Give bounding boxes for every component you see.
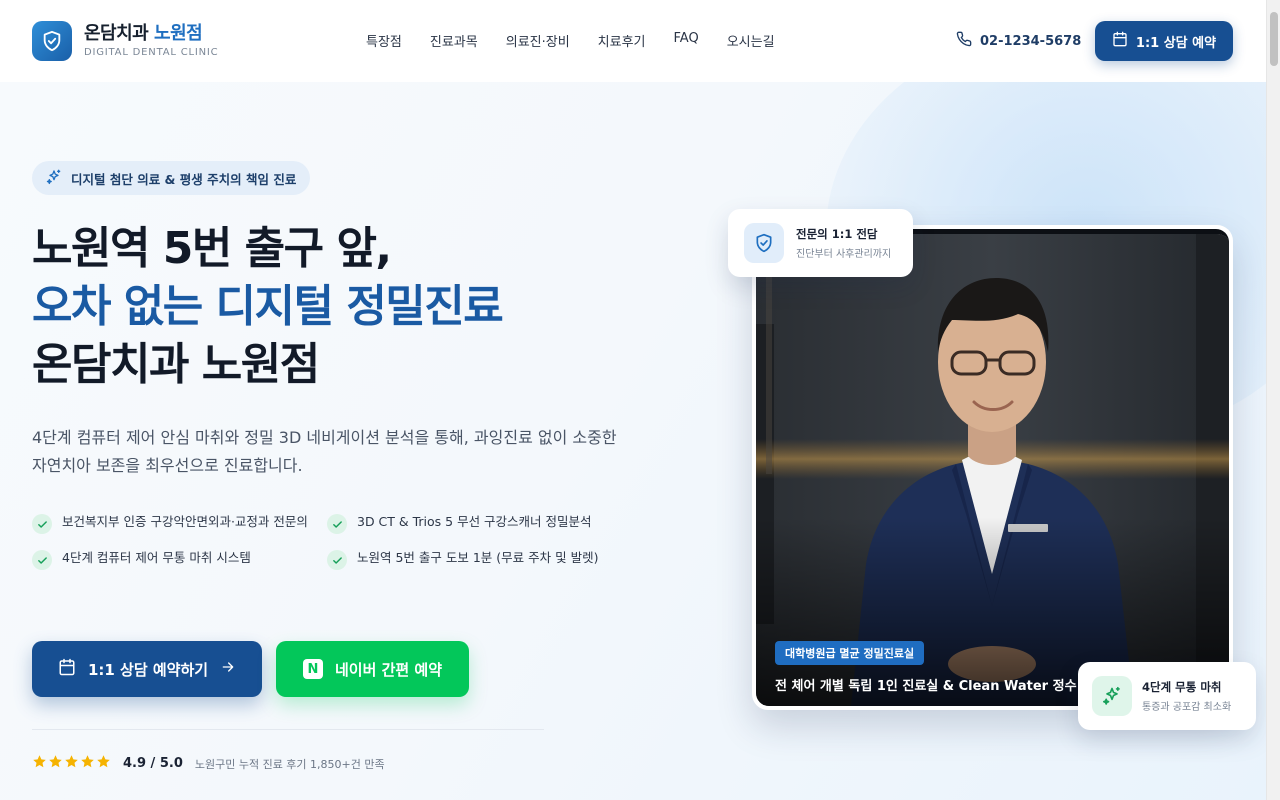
logo[interactable]: 온담치과 노원점 DIGITAL DENTAL CLINIC — [32, 21, 218, 61]
headline-line-2: 오차 없는 디지털 정밀진료 — [32, 278, 504, 336]
consult-booking-cta-label: 1:1 상담 예약하기 — [87, 660, 209, 679]
check-icon — [327, 550, 347, 570]
hero-section: 디지털 첨단 의료 & 평생 주치의 책임 진료 노원역 5번 출구 앞, 오차… — [0, 82, 1266, 800]
photo-caption: 전 체어 개별 독립 1인 진료실 & Clean Water 정수 시스템 — [775, 679, 1117, 694]
doctor-photo: 대학병원급 멸균 정밀진료실 전 체어 개별 독립 1인 진료실 & Clean… — [756, 229, 1229, 706]
check-icon — [32, 514, 52, 534]
phone-number: 02-1234-5678 — [980, 33, 1082, 49]
shield-icon — [744, 223, 784, 263]
hero-badge-label: 디지털 첨단 의료 & 평생 주치의 책임 진료 — [71, 171, 297, 187]
star-icon — [48, 754, 63, 773]
feature-text: 노원역 5번 출구 도보 1분 (무료 주차 및 발렛) — [357, 550, 599, 565]
feature-text: 보건복지부 인증 구강악안면외과·교정과 전문의 — [62, 514, 308, 529]
naver-booking-label: 네이버 간편 예약 — [334, 660, 443, 679]
feature-list: 보건복지부 인증 구강악안면외과·교정과 전문의 3D CT & Trios 5… — [32, 512, 632, 570]
naver-booking-button[interactable]: N 네이버 간편 예약 — [276, 641, 469, 697]
logo-name-main: 온담치과 — [84, 22, 149, 44]
star-icon — [32, 754, 47, 773]
headline-line-1: 노원역 5번 출구 앞, — [32, 223, 392, 274]
page-scrollbar[interactable] — [1266, 0, 1280, 800]
site-header: 온담치과 노원점 DIGITAL DENTAL CLINIC 특장점 진료과목 … — [0, 0, 1266, 82]
rating-note: 노원구민 누적 진료 후기 1,850+건 만족 — [194, 757, 385, 771]
feature-text: 3D CT & Trios 5 무선 구강스캐너 정밀분석 — [357, 514, 592, 529]
doctor-photo-card: 대학병원급 멸균 정밀진료실 전 체어 개별 독립 1인 진료실 & Clean… — [752, 225, 1233, 710]
phone-link[interactable]: 02-1234-5678 — [956, 31, 1081, 51]
rating-score: 4.9 / 5.0 — [123, 756, 183, 771]
nav-item-location[interactable]: 오시는길 — [727, 31, 775, 50]
hero-description: 4단계 컴퓨터 제어 안심 마취와 정밀 3D 네비게이션 분석을 통해, 과잉… — [32, 428, 617, 475]
feature-text: 4단계 컴퓨터 제어 무통 마취 시스템 — [62, 550, 251, 565]
headline-line-3: 온담치과 노원점 — [32, 339, 320, 390]
naver-logo-icon: N — [302, 659, 323, 679]
anesthesia-card: 4단계 무통 마취 통증과 공포감 최소화 — [1078, 662, 1256, 730]
logo-subtitle: DIGITAL DENTAL CLINIC — [84, 46, 219, 58]
calendar-icon — [58, 658, 76, 680]
calendar-icon — [1112, 31, 1128, 51]
logo-name-accent: 노원점 — [154, 22, 203, 44]
consult-booking-cta-button[interactable]: 1:1 상담 예약하기 — [32, 641, 262, 697]
shield-icon — [32, 21, 72, 61]
star-icon — [96, 754, 111, 773]
nav-item-reviews[interactable]: 치료후기 — [598, 31, 646, 50]
nav-item-faq[interactable]: FAQ — [674, 31, 699, 50]
nav-item-doctors-equipment[interactable]: 의료진·장비 — [506, 31, 570, 50]
star-rating — [32, 754, 111, 773]
divider — [32, 729, 544, 730]
arrow-right-icon — [220, 659, 236, 679]
consult-booking-label: 1:1 상담 예약 — [1135, 35, 1217, 51]
anesthesia-card-title: 4단계 무통 마취 — [1142, 680, 1222, 694]
feature-item: 3D CT & Trios 5 무선 구강스캐너 정밀분석 — [327, 512, 622, 534]
main-nav: 특장점 진료과목 의료진·장비 치료후기 FAQ 오시는길 — [366, 31, 775, 50]
hero-headline: 노원역 5번 출구 앞, 오차 없는 디지털 정밀진료 온담치과 노원점 — [32, 220, 504, 394]
nav-item-features[interactable]: 특장점 — [366, 31, 402, 50]
feature-item: 보건복지부 인증 구강악안면외과·교정과 전문의 — [32, 512, 327, 534]
star-icon — [64, 754, 79, 773]
logo-name: 온담치과 노원점 — [84, 22, 218, 44]
feature-item: 4단계 컴퓨터 제어 무통 마취 시스템 — [32, 548, 327, 570]
nav-item-departments[interactable]: 진료과목 — [430, 31, 478, 50]
feature-item: 노원역 5번 출구 도보 1분 (무료 주차 및 발렛) — [327, 548, 622, 570]
check-icon — [327, 514, 347, 534]
photo-tag: 대학병원급 멸균 정밀진료실 — [775, 641, 925, 665]
sparkle-icon — [46, 169, 62, 188]
phone-icon — [956, 31, 972, 51]
consult-booking-button[interactable]: 1:1 상담 예약 — [1095, 21, 1233, 61]
sparkle-icon — [1092, 676, 1132, 716]
rating-summary: 4.9 / 5.0 노원구민 누적 진료 후기 1,850+건 만족 — [32, 754, 385, 773]
specialist-card-subtitle: 진단부터 사후관리까지 — [796, 249, 892, 260]
specialist-card-title: 전문의 1:1 전담 — [796, 227, 878, 241]
anesthesia-card-subtitle: 통증과 공포감 최소화 — [1142, 702, 1232, 713]
star-icon — [80, 754, 95, 773]
specialist-card: 전문의 1:1 전담 진단부터 사후관리까지 — [728, 209, 913, 277]
hero-badge: 디지털 첨단 의료 & 평생 주치의 책임 진료 — [32, 161, 311, 195]
scrollbar-thumb[interactable] — [1270, 12, 1278, 66]
check-icon — [32, 550, 52, 570]
